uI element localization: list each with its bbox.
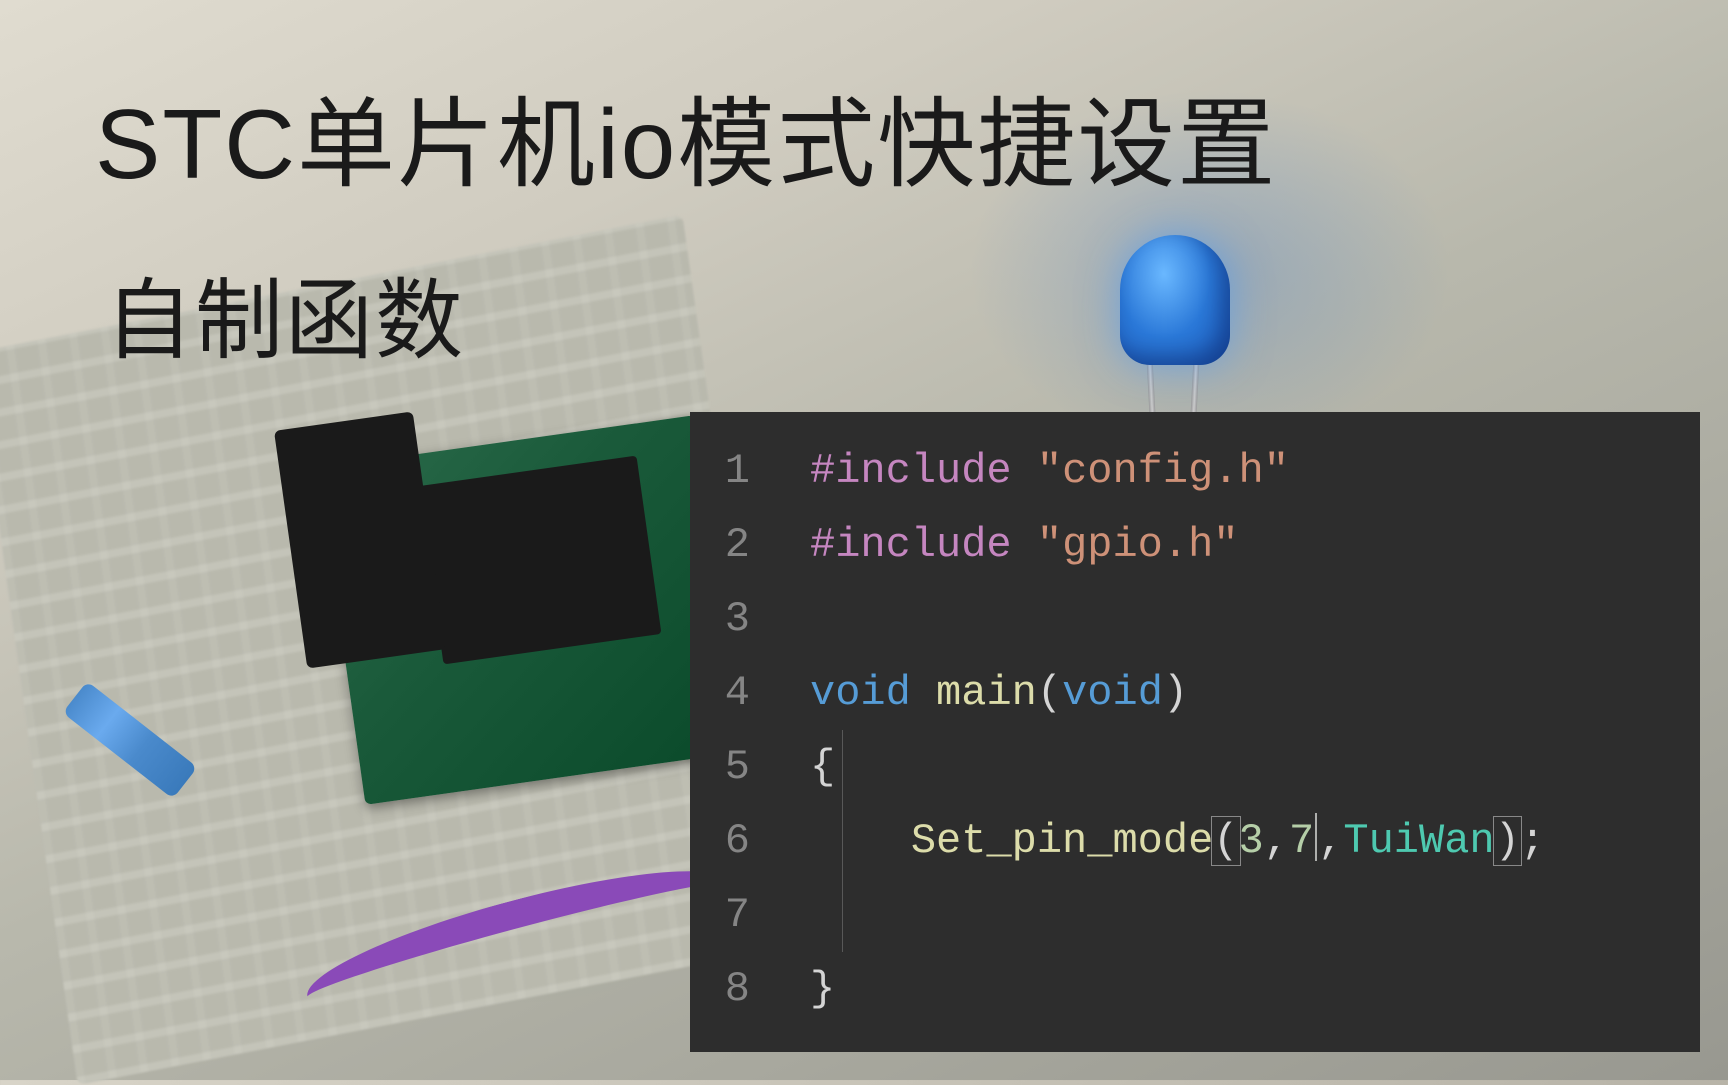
code-line[interactable]: { [810,730,1700,804]
code-line[interactable]: #include "gpio.h" [810,508,1700,582]
line-number: 5 [690,730,750,804]
title-main: STC单片机io模式快捷设置 [95,65,1277,207]
indent-guide [842,730,843,952]
code-text-area[interactable]: #include "config.h"#include "gpio.h" voi… [780,412,1700,1052]
line-number: 8 [690,952,750,1026]
code-editor[interactable]: 1 2 3 4 5 6 7 8 #include "config.h"#incl… [690,412,1700,1052]
code-line[interactable]: } [810,952,1700,1026]
code-line[interactable]: #include "config.h" [810,434,1700,508]
line-number: 4 [690,656,750,730]
text-cursor [1315,813,1317,861]
blue-led [1120,235,1230,365]
code-line[interactable]: Set_pin_mode(3,7,TuiWan); [810,804,1700,878]
line-number-gutter: 1 2 3 4 5 6 7 8 [690,412,780,1052]
title-sub: 自制函数 [105,250,465,377]
line-number: 2 [690,508,750,582]
line-number: 3 [690,582,750,656]
line-number: 7 [690,878,750,952]
ic-chip [419,456,662,665]
line-number: 1 [690,434,750,508]
code-line[interactable]: void main(void) [810,656,1700,730]
line-number: 6 [690,804,750,878]
code-line[interactable] [810,582,1700,656]
code-line[interactable] [810,878,1700,952]
